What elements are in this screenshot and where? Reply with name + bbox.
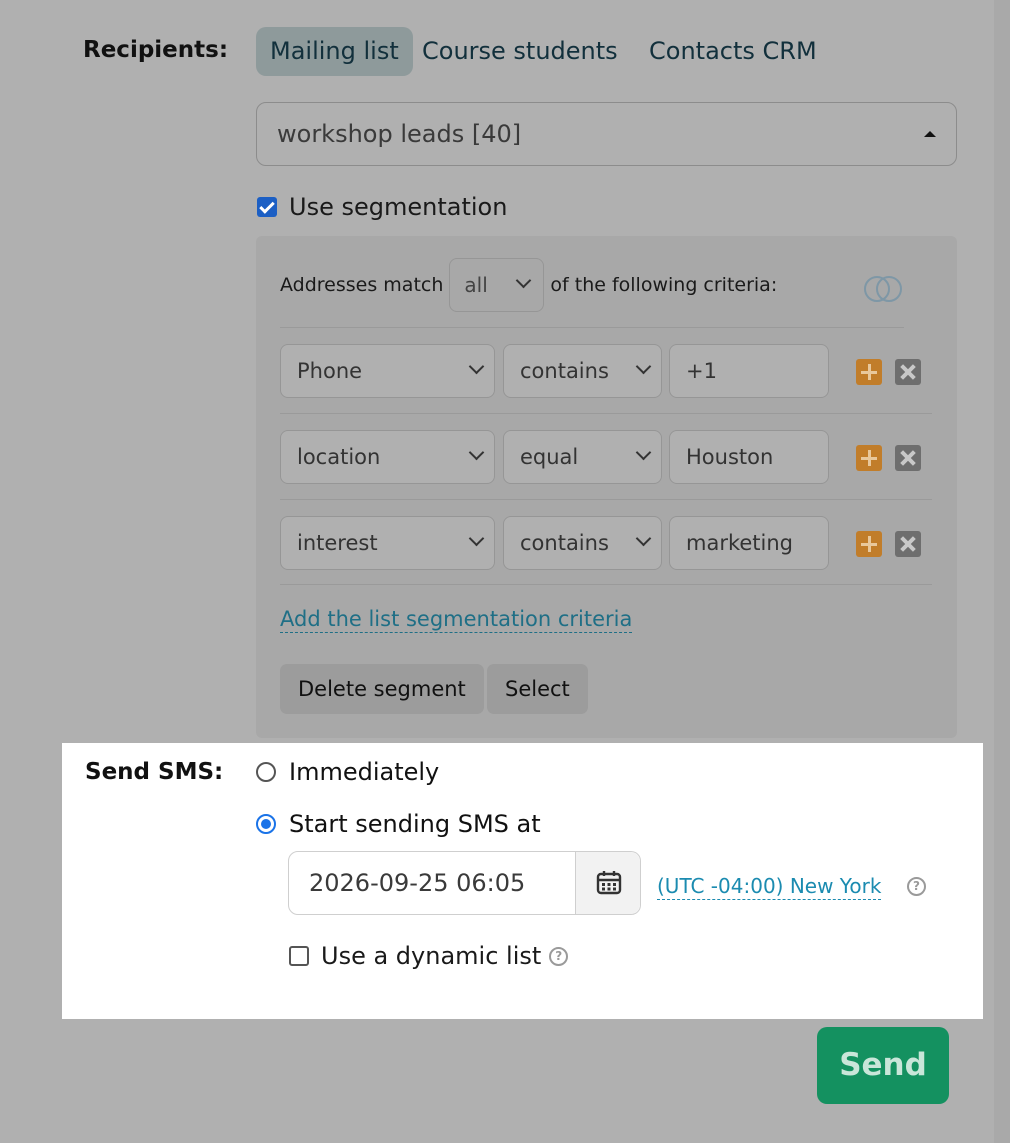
calendar-icon: [596, 871, 622, 895]
venn-icon[interactable]: [862, 274, 904, 304]
select-segment-button[interactable]: Select: [487, 664, 588, 714]
add-criteria-button[interactable]: [856, 531, 882, 557]
divider: [280, 584, 932, 585]
criteria-field-value: interest: [297, 531, 378, 555]
send-button[interactable]: Send: [817, 1027, 949, 1104]
criteria-field-select[interactable]: Phone: [280, 344, 495, 398]
divider: [280, 327, 904, 328]
criteria-operator-select[interactable]: contains: [503, 344, 662, 398]
add-segmentation-criteria-link[interactable]: Add the list segmentation criteria: [280, 606, 633, 633]
radio-immediately-label: Immediately: [289, 758, 440, 786]
criteria-value-input[interactable]: marketing: [669, 516, 829, 570]
caret-up-icon: [924, 131, 936, 137]
chevron-down-icon: [635, 358, 652, 375]
dynamic-list-label: Use a dynamic list: [321, 942, 542, 970]
criteria-row: location equal Houston: [280, 430, 932, 484]
datetime-picker[interactable]: 2026-09-25 06:05: [288, 851, 641, 915]
send-sms-label: Send SMS:: [85, 759, 224, 785]
remove-criteria-button[interactable]: [895, 359, 921, 385]
criteria-row: interest contains marketing: [280, 516, 932, 570]
remove-criteria-button[interactable]: [895, 531, 921, 557]
chevron-down-icon: [468, 358, 485, 375]
match-suffix: of the following criteria:: [550, 274, 778, 296]
radio-scheduled-label: Start sending SMS at: [289, 810, 541, 838]
scrollbar[interactable]: [994, 0, 1010, 1143]
delete-segment-button[interactable]: Delete segment: [280, 664, 484, 714]
timezone-link[interactable]: (UTC -04:00) New York: [657, 873, 882, 900]
criteria-field-value: location: [297, 445, 381, 469]
criteria-field-value: Phone: [297, 359, 363, 383]
match-mode-value: all: [464, 273, 488, 297]
remove-criteria-button[interactable]: [895, 445, 921, 471]
radio-immediately[interactable]: [256, 762, 276, 782]
chevron-down-icon: [468, 530, 485, 547]
help-icon[interactable]: ?: [907, 877, 926, 896]
datetime-input[interactable]: 2026-09-25 06:05: [309, 852, 525, 914]
criteria-operator-value: contains: [520, 359, 609, 383]
divider: [280, 413, 932, 414]
criteria-field-select[interactable]: interest: [280, 516, 495, 570]
tab-course-students[interactable]: Course students: [408, 27, 632, 76]
calendar-button[interactable]: [575, 852, 640, 914]
chevron-down-icon: [635, 530, 652, 547]
radio-scheduled[interactable]: [256, 814, 276, 834]
chevron-down-icon: [468, 444, 485, 461]
recipients-label: Recipients:: [83, 37, 229, 63]
mailing-list-select-value: workshop leads [40]: [277, 120, 522, 148]
chevron-down-icon: [516, 272, 532, 289]
chevron-down-icon: [635, 444, 652, 461]
criteria-operator-select[interactable]: contains: [503, 516, 662, 570]
criteria-operator-value: equal: [520, 445, 579, 469]
tab-mailing-list[interactable]: Mailing list: [256, 27, 413, 76]
send-sms-section: Send SMS: Immediately Start sending SMS …: [62, 743, 983, 1019]
criteria-operator-select[interactable]: equal: [503, 430, 662, 484]
radio-immediately-row[interactable]: Immediately: [256, 758, 439, 786]
help-icon[interactable]: ?: [549, 946, 569, 966]
match-criteria-row: Addresses match all of the following cri…: [280, 258, 777, 312]
criteria-row: Phone contains +1: [280, 344, 932, 398]
add-criteria-button[interactable]: [856, 445, 882, 471]
use-segmentation-label: Use segmentation: [289, 193, 508, 221]
match-prefix: Addresses match: [280, 274, 444, 296]
criteria-operator-value: contains: [520, 531, 609, 555]
add-criteria-button[interactable]: [856, 359, 882, 385]
divider: [280, 499, 932, 500]
criteria-value-input[interactable]: Houston: [669, 430, 829, 484]
dynamic-list-row[interactable]: Use a dynamic list ?: [289, 942, 569, 970]
criteria-field-select[interactable]: location: [280, 430, 495, 484]
match-mode-select[interactable]: all: [449, 258, 545, 312]
tab-contacts-crm[interactable]: Contacts CRM: [635, 27, 831, 76]
radio-scheduled-row[interactable]: Start sending SMS at: [256, 810, 541, 838]
dynamic-list-checkbox[interactable]: [289, 946, 309, 966]
use-segmentation-checkbox[interactable]: [257, 197, 277, 217]
criteria-value-input[interactable]: +1: [669, 344, 829, 398]
segmentation-panel: Addresses match all of the following cri…: [256, 236, 957, 738]
mailing-list-select[interactable]: workshop leads [40]: [256, 102, 957, 166]
use-segmentation-row[interactable]: Use segmentation: [257, 193, 507, 221]
